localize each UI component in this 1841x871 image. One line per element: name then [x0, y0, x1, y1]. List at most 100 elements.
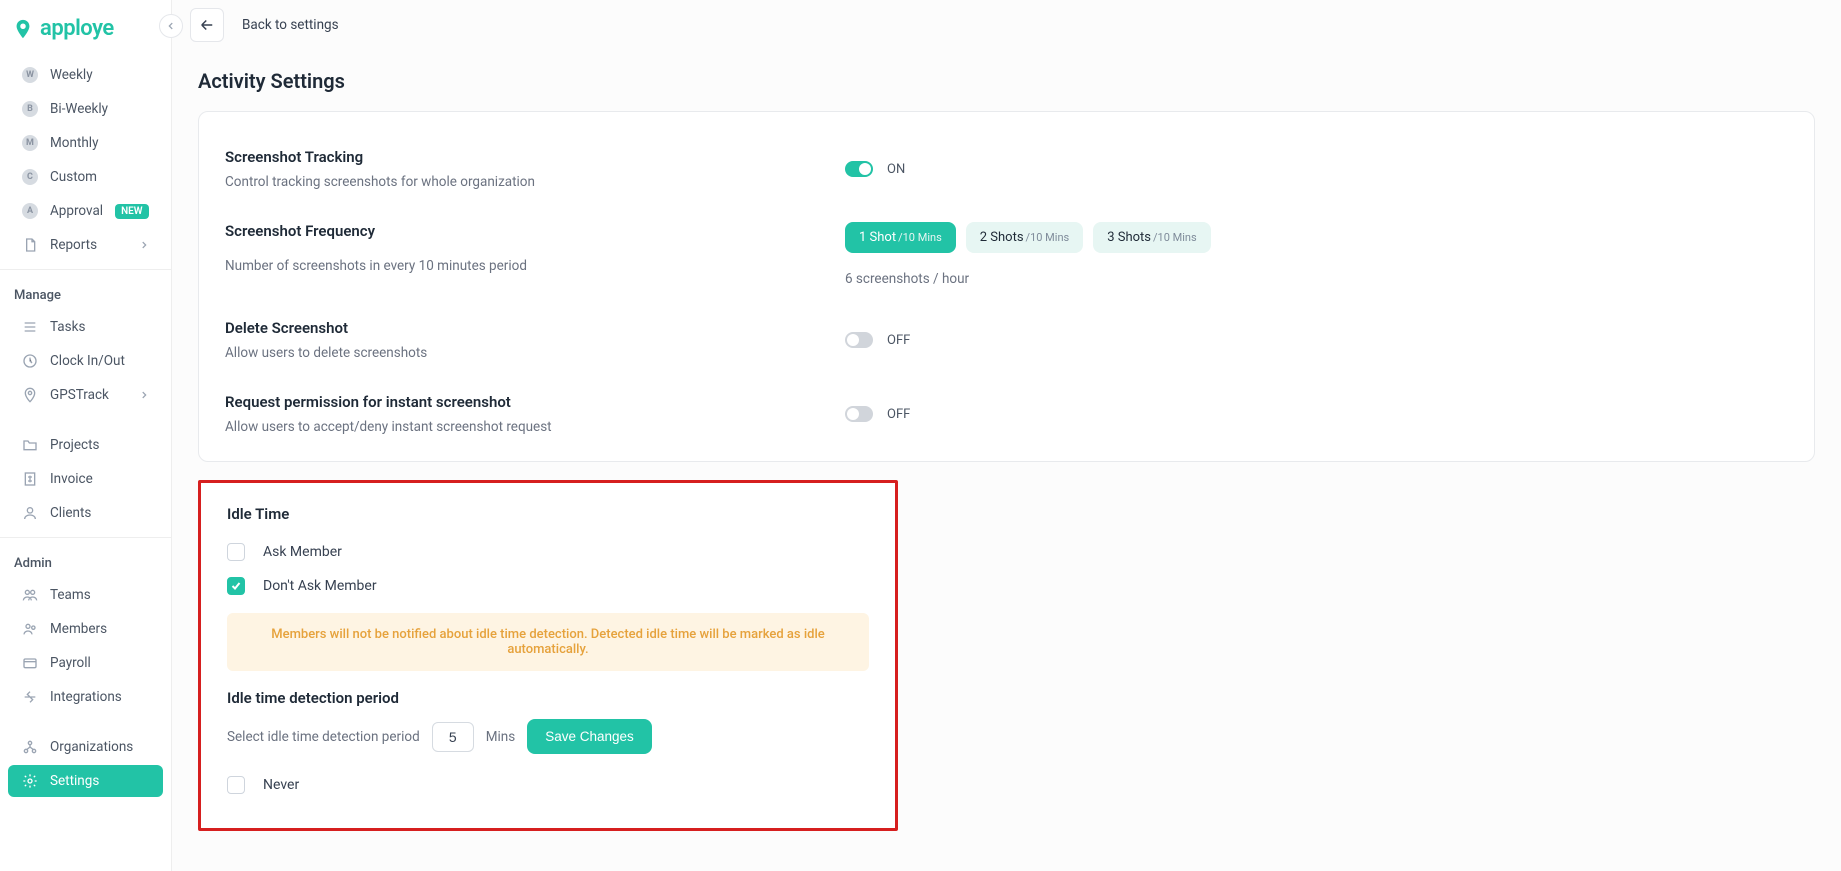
screenshot-frequency-sub: Number of screenshots in every 10 minute…	[225, 258, 805, 274]
sidebar-item-label: Invoice	[50, 471, 93, 487]
sidebar-item-biweekly[interactable]: B Bi-Weekly	[8, 93, 163, 125]
sidebar-item-label: Payroll	[50, 655, 91, 671]
circle-letter-icon: A	[22, 203, 38, 219]
sidebar-item-members[interactable]: Members	[8, 613, 163, 645]
idle-unit: Mins	[486, 729, 516, 745]
gear-icon	[22, 773, 38, 789]
screenshot-frequency-title: Screenshot Frequency	[225, 222, 805, 240]
screenshot-tracking-toggle[interactable]	[845, 161, 873, 177]
sidebar-item-label: Clients	[50, 505, 91, 521]
invoice-icon	[22, 471, 38, 487]
sidebar-item-approval[interactable]: A Approval NEW	[8, 195, 163, 227]
toggle-state-label: OFF	[887, 333, 910, 348]
sidebar-item-teams[interactable]: Teams	[8, 579, 163, 611]
delete-screenshot-title: Delete Screenshot	[225, 319, 805, 337]
sidebar-item-label: Monthly	[50, 135, 98, 151]
sidebar-item-label: Organizations	[50, 739, 133, 755]
team-icon	[22, 587, 38, 603]
sidebar-item-custom[interactable]: C Custom	[8, 161, 163, 193]
chevron-right-icon	[139, 240, 149, 250]
file-icon	[22, 237, 38, 253]
sidebar-item-tasks[interactable]: Tasks	[8, 311, 163, 343]
topbar: Back to settings	[172, 0, 1841, 51]
sidebar-item-gpstrack[interactable]: GPSTrack	[8, 379, 163, 411]
toggle-state-label: ON	[887, 162, 905, 177]
sidebar-item-label: Teams	[50, 587, 91, 603]
sidebar-item-label: Projects	[50, 437, 100, 453]
sidebar-item-label: Settings	[50, 773, 99, 789]
sidebar-item-label: Approval	[50, 203, 103, 219]
never-label: Never	[263, 777, 299, 793]
idle-time-card: Idle Time Ask Member Don't Ask Member Me…	[198, 480, 898, 831]
instant-screenshot-title: Request permission for instant screensho…	[225, 393, 805, 411]
idle-detection-title: Idle time detection period	[227, 689, 869, 707]
brand-logo: apploye	[0, 10, 171, 57]
circle-letter-icon: B	[22, 101, 38, 117]
sidebar-item-integrations[interactable]: Integrations	[8, 681, 163, 713]
sidebar-heading-admin: Admin	[0, 546, 171, 577]
sidebar-item-label: Members	[50, 621, 107, 637]
sidebar-item-projects[interactable]: Projects	[8, 429, 163, 461]
never-checkbox[interactable]	[227, 776, 245, 794]
screenshot-tracking-title: Screenshot Tracking	[225, 148, 805, 166]
screenshot-tracking-sub: Control tracking screenshots for whole o…	[225, 174, 805, 190]
back-button[interactable]	[190, 8, 224, 42]
list-icon	[22, 319, 38, 335]
sidebar-item-label: Custom	[50, 169, 97, 185]
toggle-state-label: OFF	[887, 407, 910, 422]
sidebar-item-organizations[interactable]: Organizations	[8, 731, 163, 763]
dont-ask-member-label: Don't Ask Member	[263, 578, 377, 594]
brand-mark-icon	[12, 18, 34, 40]
freq-option-1shot[interactable]: 1 Shot/10 Mins	[845, 222, 956, 253]
sidebar-item-monthly[interactable]: M Monthly	[8, 127, 163, 159]
save-changes-button[interactable]: Save Changes	[527, 719, 652, 754]
circle-letter-icon: C	[22, 169, 38, 185]
instant-screenshot-toggle[interactable]	[845, 406, 873, 422]
back-label: Back to settings	[242, 17, 339, 33]
chevron-right-icon	[139, 390, 149, 400]
activity-card: Screenshot Tracking Control tracking scr…	[198, 111, 1815, 462]
wallet-icon	[22, 655, 38, 671]
sidebar-item-clients[interactable]: Clients	[8, 497, 163, 529]
dont-ask-member-checkbox[interactable]	[227, 577, 245, 595]
sidebar-heading-manage: Manage	[0, 278, 171, 309]
idle-detection-sub: Select idle time detection period	[227, 729, 420, 745]
folder-icon	[22, 437, 38, 453]
sidebar-item-invoice[interactable]: Invoice	[8, 463, 163, 495]
delete-screenshot-toggle[interactable]	[845, 332, 873, 348]
sidebar: apploye W Weekly B Bi-Weekly M Monthly C…	[0, 0, 172, 871]
clock-icon	[22, 353, 38, 369]
sidebar-item-label: Clock In/Out	[50, 353, 125, 369]
ask-member-checkbox[interactable]	[227, 543, 245, 561]
idle-warning: Members will not be notified about idle …	[227, 613, 869, 671]
sidebar-item-settings[interactable]: Settings	[8, 765, 163, 797]
sidebar-item-reports[interactable]: Reports	[8, 229, 163, 261]
instant-screenshot-sub: Allow users to accept/deny instant scree…	[225, 419, 805, 435]
sidebar-item-label: Bi-Weekly	[50, 101, 108, 117]
idle-time-title: Idle Time	[227, 505, 869, 523]
idle-minutes-input[interactable]	[432, 722, 474, 752]
sidebar-item-label: Reports	[50, 237, 97, 253]
sidebar-item-label: GPSTrack	[50, 387, 109, 403]
sidebar-item-label: Tasks	[50, 319, 85, 335]
sidebar-item-label: Integrations	[50, 689, 122, 705]
user-icon	[22, 505, 38, 521]
location-icon	[22, 387, 38, 403]
sidebar-collapse-button[interactable]	[159, 14, 183, 38]
members-icon	[22, 621, 38, 637]
new-badge: NEW	[115, 204, 149, 219]
freq-option-2shots[interactable]: 2 Shots/10 Mins	[966, 222, 1083, 253]
screenshots-per-hour: 6 screenshots / hour	[845, 271, 969, 287]
org-icon	[22, 739, 38, 755]
freq-option-3shots[interactable]: 3 Shots/10 Mins	[1093, 222, 1210, 253]
delete-screenshot-sub: Allow users to delete screenshots	[225, 345, 805, 361]
sidebar-item-label: Weekly	[50, 67, 93, 83]
page-title: Activity Settings	[198, 69, 1815, 93]
sidebar-item-payroll[interactable]: Payroll	[8, 647, 163, 679]
sidebar-item-clock[interactable]: Clock In/Out	[8, 345, 163, 377]
brand-name: apploye	[40, 16, 114, 41]
integration-icon	[22, 689, 38, 705]
sidebar-item-weekly[interactable]: W Weekly	[8, 59, 163, 91]
circle-letter-icon: W	[22, 67, 38, 83]
circle-letter-icon: M	[22, 135, 38, 151]
